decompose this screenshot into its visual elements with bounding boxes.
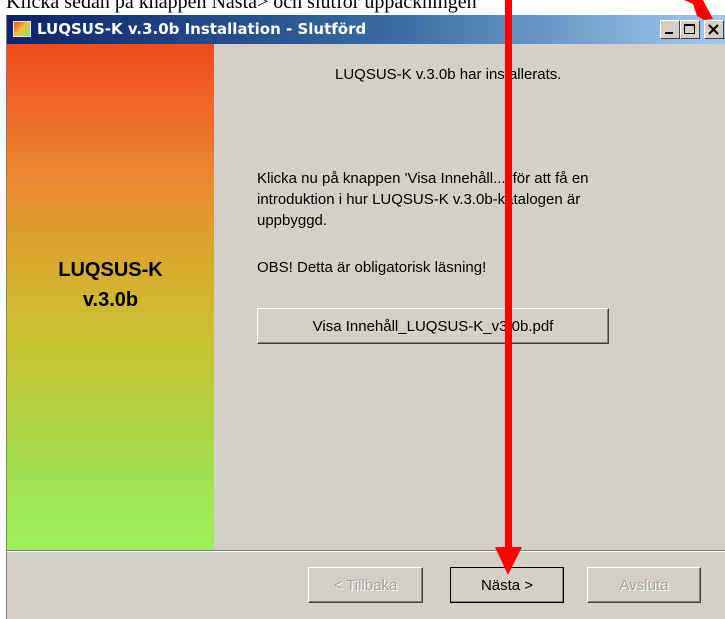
close-arrow-annotation bbox=[684, 0, 713, 20]
down-arrow-annotation bbox=[495, 0, 522, 575]
annotation-arrows bbox=[495, 0, 713, 575]
